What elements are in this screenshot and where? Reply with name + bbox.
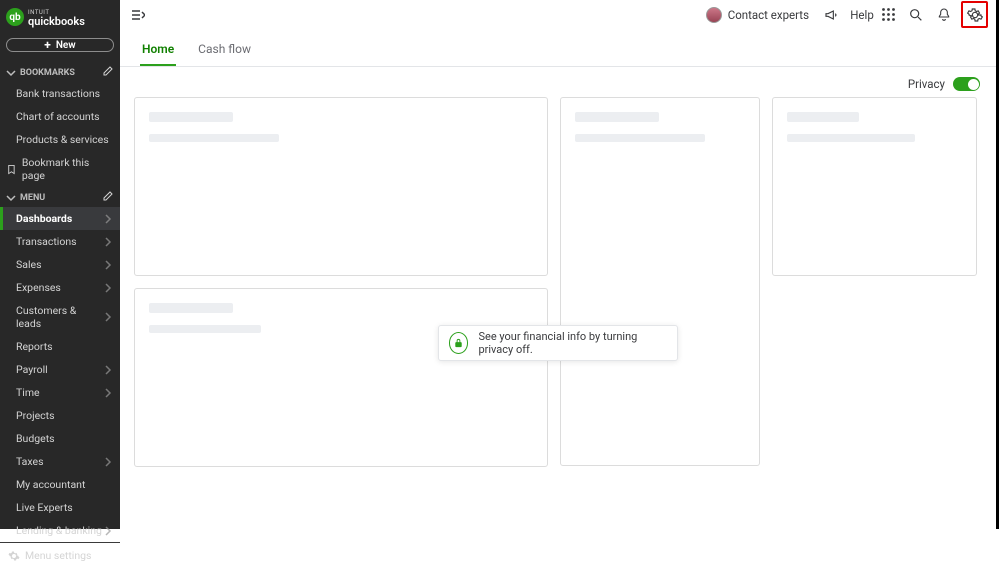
tab-cash-flow[interactable]: Cash flow [196, 38, 253, 66]
grid-icon [881, 7, 896, 22]
menu-item-customers-leads[interactable]: Customers & leads [0, 299, 120, 335]
menu-item-label: Live Experts [16, 501, 73, 514]
menu-item-label: Payroll [16, 363, 48, 376]
menu-item-label: Budgets [16, 432, 55, 445]
chevron-right-icon [104, 237, 112, 247]
menu-item-label: Time [16, 386, 40, 399]
chevron-right-icon [104, 214, 112, 224]
bookmark-item[interactable]: Chart of accounts [0, 105, 120, 128]
collapse-sidebar-button[interactable] [128, 5, 148, 25]
pencil-icon[interactable] [102, 65, 114, 77]
contact-experts-button[interactable]: Contact experts [700, 7, 815, 23]
menu-item-transactions[interactable]: Transactions [0, 230, 120, 253]
menu-label: MENU [20, 193, 45, 203]
search-button[interactable] [905, 4, 927, 26]
menu-settings-label: Menu settings [25, 549, 91, 562]
chevron-right-icon [104, 526, 112, 536]
sidebar: qb INTUIT quickbooks + New BOOKMARKS Ban… [0, 0, 120, 529]
new-button[interactable]: + New [6, 38, 114, 52]
card [134, 97, 548, 276]
lock-icon [449, 332, 468, 354]
menu-item-label: My accountant [16, 478, 85, 491]
bell-icon [936, 7, 952, 23]
brand-logo-circle: qb [6, 8, 24, 26]
menu-item-label: Lending & banking [16, 524, 102, 537]
topbar: Contact experts Help [120, 0, 996, 30]
gear-icon [967, 7, 983, 23]
privacy-bar: Privacy [120, 67, 996, 97]
brand-text: INTUIT quickbooks [28, 8, 85, 26]
menu-item-reports[interactable]: Reports [0, 335, 120, 358]
menu-item-sales[interactable]: Sales [0, 253, 120, 276]
settings-button-highlighted[interactable] [961, 1, 988, 28]
search-icon [908, 7, 924, 23]
menu-item-label: Sales [16, 258, 42, 271]
bookmark-item[interactable]: Products & services [0, 128, 120, 151]
chevron-down-icon [6, 193, 16, 203]
privacy-tip: See your financial info by turning priva… [438, 325, 678, 361]
menu-item-label: Expenses [16, 281, 61, 294]
menu-item-my-accountant[interactable]: My accountant [0, 473, 120, 496]
gear-icon [8, 550, 20, 562]
main-area: Contact experts Help Home Cash flow Priva… [120, 0, 999, 529]
menu-item-dashboards[interactable]: Dashboards [0, 207, 120, 230]
privacy-label: Privacy [908, 77, 945, 91]
bookmark-label: Bookmark this page [22, 156, 114, 182]
tab-home[interactable]: Home [140, 38, 176, 66]
bookmark-item[interactable]: Bank transactions [0, 82, 120, 105]
chevron-right-icon [104, 283, 112, 293]
card [134, 288, 548, 467]
chevron-right-icon [104, 365, 112, 375]
menu-item-live-experts[interactable]: Live Experts [0, 496, 120, 519]
notifications-button[interactable] [933, 4, 955, 26]
help-label: Help [850, 8, 874, 22]
menu-item-taxes[interactable]: Taxes [0, 450, 120, 473]
menu-item-projects[interactable]: Projects [0, 404, 120, 427]
menu-header[interactable]: MENU [0, 187, 120, 207]
bookmark-icon [6, 164, 17, 175]
chevron-right-icon [104, 312, 112, 322]
bookmarks-header[interactable]: BOOKMARKS [0, 62, 120, 82]
megaphone-icon [824, 7, 840, 23]
card [772, 97, 977, 276]
menu-item-label: Customers & leads [16, 304, 104, 330]
chevron-right-icon [104, 457, 112, 467]
bookmark-item[interactable]: Bookmark this page [0, 151, 120, 187]
menu-item-label: Transactions [16, 235, 77, 248]
privacy-tip-text: See your financial info by turning priva… [478, 330, 667, 356]
dashboard-cards: See your financial info by turning priva… [120, 97, 996, 529]
pencil-icon[interactable] [102, 190, 114, 202]
tab-bar: Home Cash flow [120, 30, 996, 67]
collapse-icon [131, 9, 145, 21]
menu-item-label: Taxes [16, 455, 44, 468]
plus-icon: + [44, 39, 51, 51]
menu-item-payroll[interactable]: Payroll [0, 358, 120, 381]
privacy-toggle[interactable] [953, 77, 980, 91]
menu-item-expenses[interactable]: Expenses [0, 276, 120, 299]
menu-item-budgets[interactable]: Budgets [0, 427, 120, 450]
chevron-right-icon [104, 260, 112, 270]
new-button-label: New [56, 40, 76, 51]
announcements-button[interactable] [821, 4, 843, 26]
apps-button[interactable] [877, 4, 899, 26]
chevron-down-icon [6, 68, 16, 78]
menu-item-label: Dashboards [16, 212, 72, 225]
contact-experts-label: Contact experts [728, 8, 809, 22]
avatar [706, 7, 722, 23]
brand-logo[interactable]: qb INTUIT quickbooks [0, 0, 120, 36]
card [560, 97, 760, 466]
menu-item-label: Projects [16, 409, 55, 422]
menu-item-label: Reports [16, 340, 53, 353]
menu-settings-button[interactable]: Menu settings [0, 542, 120, 568]
menu-item-time[interactable]: Time [0, 381, 120, 404]
menu-item-lending-banking[interactable]: Lending & banking [0, 519, 120, 542]
bookmarks-label: BOOKMARKS [20, 68, 75, 78]
chevron-right-icon [104, 388, 112, 398]
help-button[interactable]: Help [849, 4, 871, 26]
